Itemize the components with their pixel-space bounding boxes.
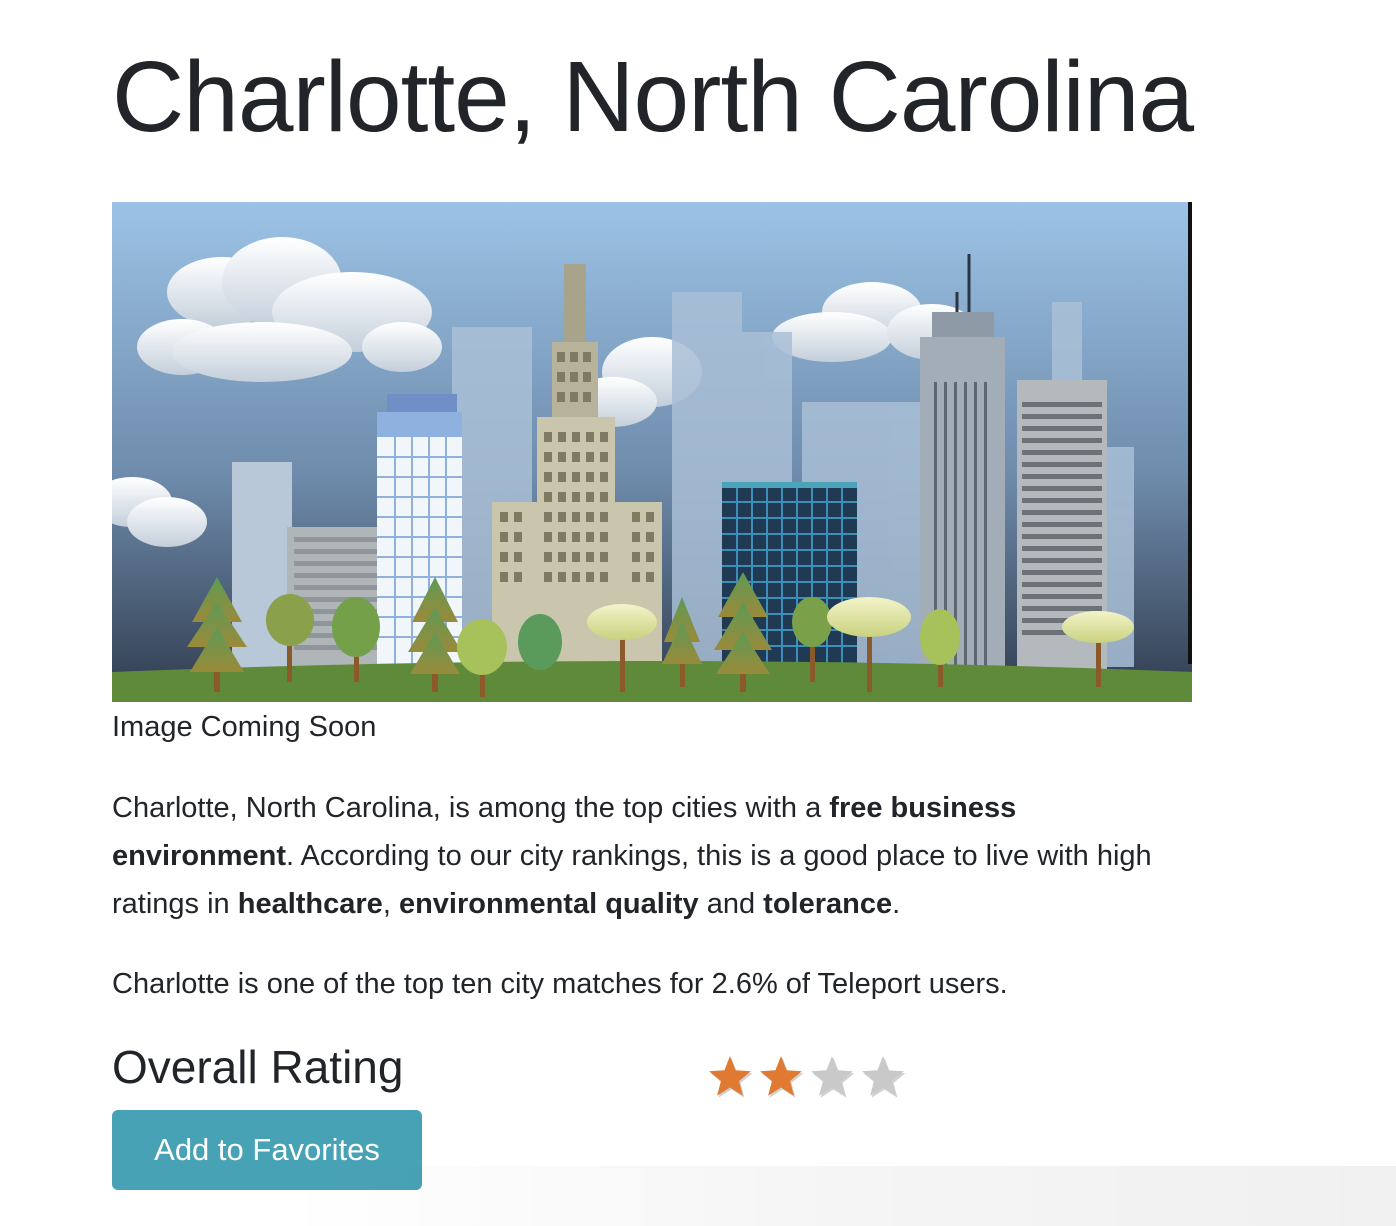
image-caption: Image Coming Soon [112, 711, 377, 743]
page-title: Charlotte, North Carolina [112, 41, 1194, 153]
city-image [112, 202, 1192, 702]
highlight-environmental-quality: environmental quality [398, 888, 699, 920]
star-rating [709, 1056, 906, 1098]
skyline-illustration [112, 202, 1192, 702]
city-page: Charlotte, North Carolina Image Coming S… [0, 0, 1396, 1226]
match-stat: Charlotte is one of the top ten city mat… [112, 968, 1008, 1000]
description-text: , [382, 888, 399, 920]
rating-heading: Overall Rating [112, 1041, 404, 1093]
highlight-healthcare: healthcare [237, 888, 383, 920]
description-text: . [892, 888, 901, 920]
city-description: Charlotte, North Carolina, is among the … [112, 784, 1192, 928]
description-text: and [698, 888, 764, 920]
add-to-favorites-button[interactable]: Add to Favorites [112, 1110, 422, 1190]
description-text: Charlotte, North Carolina, is among the … [112, 792, 830, 824]
highlight-tolerance: tolerance [763, 888, 893, 920]
